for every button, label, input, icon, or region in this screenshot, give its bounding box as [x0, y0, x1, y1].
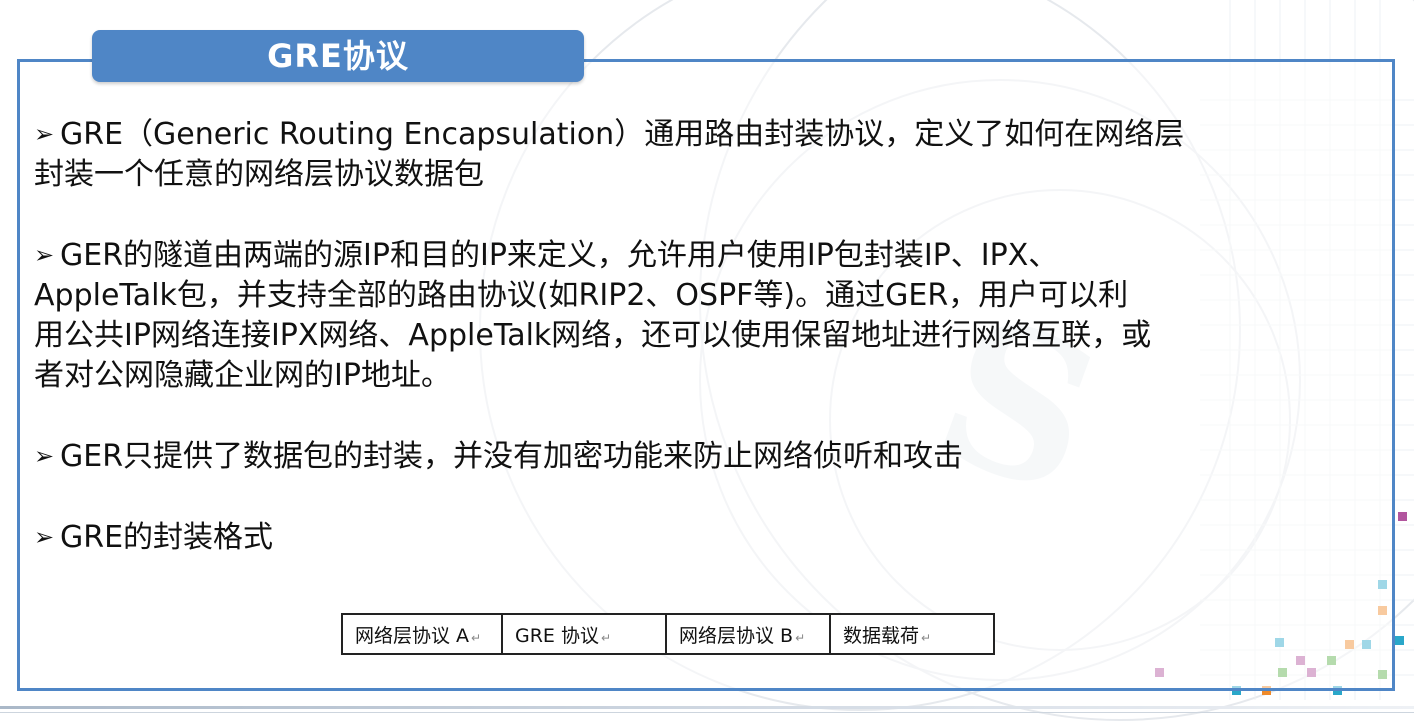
bullet-line: ➢ GRE（Generic Routing Encapsulation）通用路由封… [34, 114, 1386, 155]
bullet-line: 封装一个任意的网络层协议数据包 [34, 157, 484, 192]
return-mark-icon: ↵ [921, 630, 932, 645]
return-mark-icon: ↵ [795, 630, 806, 645]
bullet-gre-tunnel: ➢ GER的隧道由两端的源IP和目的IP来定义，允许用户使用IP包封装IP、IPX… [34, 235, 1386, 396]
bullet-gre-definition: ➢ GRE（Generic Routing Encapsulation）通用路由封… [34, 114, 1386, 195]
bullet-line: ➢ GER的隧道由两端的源IP和目的IP来定义，允许用户使用IP包封装IP、IPX… [34, 235, 1386, 276]
table-cell-network-layer-a: 网络层协议 A ↵ [341, 613, 503, 655]
bullet-line: ➢ GRE的封装格式 [34, 517, 1386, 558]
return-mark-icon: ↵ [600, 630, 612, 645]
return-mark-icon: ↵ [471, 630, 482, 645]
bullet-gre-no-encryption: ➢ GER只提供了数据包的封装，并没有加密功能来防止网络侦听和攻击 [34, 436, 1386, 477]
bullet-arrow-icon: ➢ [34, 442, 55, 470]
bullet-line: 者对公网隐藏企业网的IP地址。 [34, 358, 451, 393]
bullet-line: 用公共IP网络连接IPX网络、AppleTalk网络，还可以使用保留地址进行网络… [34, 318, 1152, 353]
slide-title: GRE协议 [92, 30, 584, 82]
bullet-arrow-icon: ➢ [34, 120, 55, 148]
slide-content: ➢ GRE（Generic Routing Encapsulation）通用路由封… [34, 114, 1386, 598]
slide: S [0, 0, 1414, 724]
bullet-arrow-icon: ➢ [34, 241, 55, 269]
bullet-line: ➢ GER只提供了数据包的封装，并没有加密功能来防止网络侦听和攻击 [34, 436, 1386, 477]
bottom-divider [0, 706, 1414, 709]
table-cell-network-layer-b: 网络层协议 B ↵ [665, 613, 831, 655]
bullet-gre-format: ➢ GRE的封装格式 [34, 517, 1386, 558]
gre-format-table: 网络层协议 A ↵ GRE 协议 ↵ 网络层协议 B ↵ 数据载荷 ↵ [341, 613, 995, 655]
bullet-arrow-icon: ➢ [34, 523, 55, 551]
table-cell-gre-protocol: GRE 协议 ↵ [501, 613, 667, 655]
table-row: 网络层协议 A ↵ GRE 协议 ↵ 网络层协议 B ↵ 数据载荷 ↵ [341, 613, 995, 655]
bullet-line: AppleTalk包，并支持全部的路由协议(如RIP2、OSPF等)。通过GER… [34, 278, 1129, 313]
table-cell-payload: 数据载荷 ↵ [829, 613, 995, 655]
bottom-divider-thin [0, 712, 1414, 713]
